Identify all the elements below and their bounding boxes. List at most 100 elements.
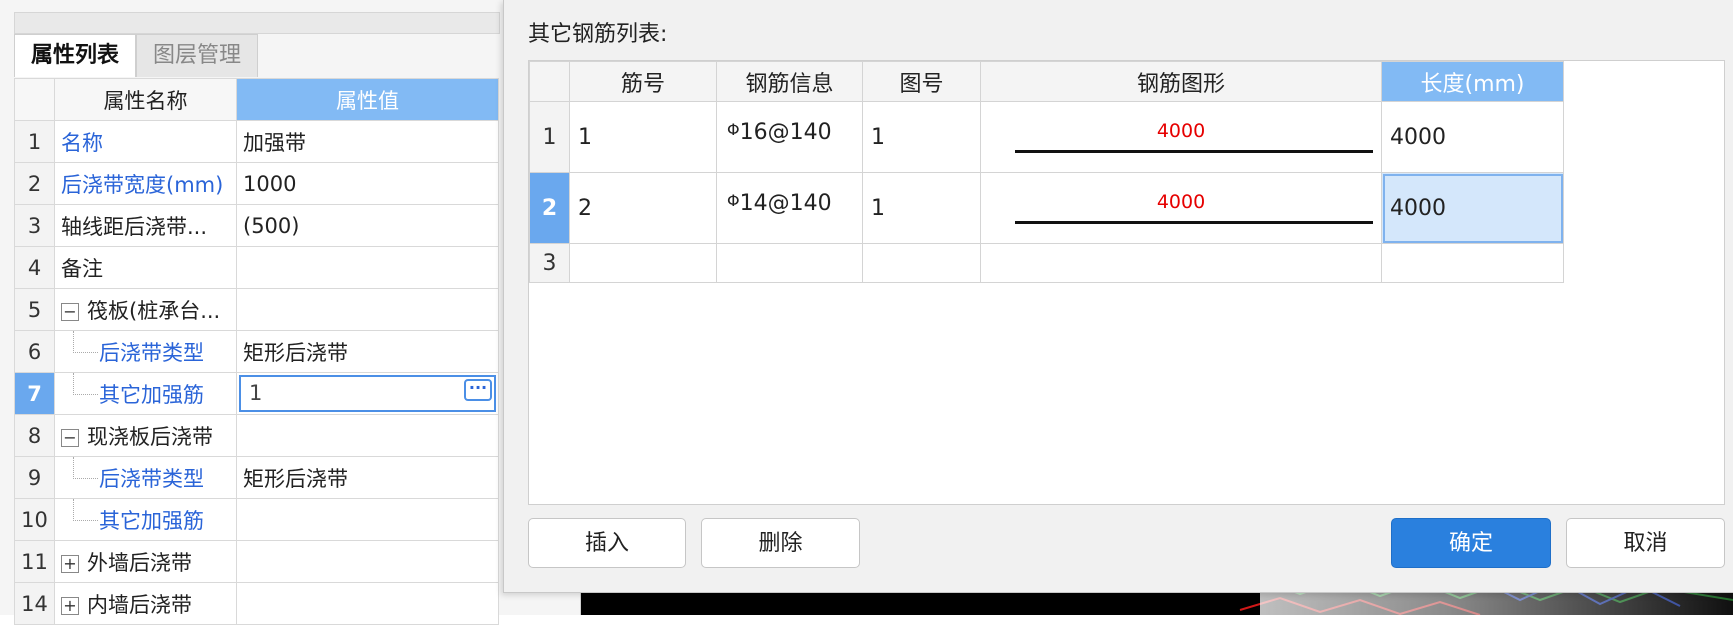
length-cell[interactable]: 4000	[1381, 101, 1564, 173]
table-row[interactable]: 11 + 外墙后浇带	[14, 540, 499, 583]
tree-connector	[73, 373, 98, 395]
corner-cell	[529, 61, 570, 102]
table-row-selected[interactable]: 2 2 Φ14@140 1 4000 4000	[529, 172, 1564, 244]
row-number: 5	[14, 288, 55, 331]
table-row[interactable]: 3	[529, 243, 1564, 283]
shape-dimension: 4000	[1156, 191, 1206, 213]
rebar-shape-cell[interactable]: 4000	[980, 101, 1382, 173]
property-name: 后浇带类型	[54, 456, 237, 499]
rebar-info-text: 16@140	[739, 120, 832, 145]
table-row[interactable]: 9 后浇带类型 矩形后浇带	[14, 456, 499, 499]
cancel-button[interactable]: 取消	[1566, 518, 1725, 568]
collapse-icon[interactable]: −	[61, 302, 79, 321]
table-row[interactable]: 10 其它加强筋	[14, 498, 499, 541]
delete-button[interactable]: 删除	[701, 518, 860, 568]
property-table-header: 属性名称 属性值	[14, 78, 499, 121]
property-value	[236, 414, 499, 457]
property-group: + 外墙后浇带	[54, 540, 237, 583]
table-row[interactable]: 5 − 筏板(桩承台...	[14, 288, 499, 331]
tab-layer-management[interactable]: 图层管理	[136, 34, 259, 77]
row-number: 9	[14, 456, 55, 499]
bar-no-cell[interactable]: 1	[569, 101, 717, 173]
property-name: 其它加强筋	[54, 498, 237, 541]
row-number: 3	[529, 243, 570, 283]
row-number: 8	[14, 414, 55, 457]
figure-no-cell[interactable]	[862, 243, 981, 283]
straight-bar-line	[1015, 221, 1373, 224]
rebar-shape-cell[interactable]: 4000	[980, 172, 1382, 244]
rebar-table-header: 筋号 钢筋信息 图号 钢筋图形 长度(mm)	[529, 61, 1564, 102]
tab-property-list[interactable]: 属性列表	[14, 34, 137, 77]
table-row-selected[interactable]: 7 其它加强筋 1 ···	[14, 372, 499, 415]
row-number: 3	[14, 204, 55, 247]
value-input[interactable]: 1	[239, 375, 496, 412]
rebar-info-cell[interactable]	[716, 243, 863, 283]
bar-no-cell[interactable]	[569, 243, 717, 283]
group-label: 筏板(桩承台...	[87, 298, 221, 323]
row-number: 14	[14, 582, 55, 625]
column-header-figure-no[interactable]: 图号	[862, 61, 981, 102]
figure-no-cell[interactable]: 1	[862, 101, 981, 173]
column-header-rebar-shape[interactable]: 钢筋图形	[980, 61, 1382, 102]
rebar-grade-icon: Φ	[727, 120, 740, 139]
tree-connector	[73, 457, 98, 479]
column-header-bar-no[interactable]: 筋号	[569, 61, 717, 102]
property-value[interactable]	[236, 498, 499, 541]
figure-no-cell[interactable]: 1	[862, 172, 981, 244]
property-name: 后浇带类型	[54, 330, 237, 373]
panel-title-strip	[14, 12, 500, 34]
column-header-value[interactable]: 属性值	[236, 78, 499, 121]
column-header-name[interactable]: 属性名称	[54, 78, 237, 121]
collapse-icon[interactable]: −	[61, 428, 79, 447]
table-row[interactable]: 1 名称 加强带	[14, 120, 499, 163]
table-row[interactable]: 8 − 现浇板后浇带	[14, 414, 499, 457]
property-group: − 现浇板后浇带	[54, 414, 237, 457]
row-number: 1	[529, 101, 570, 173]
rebar-info-text: 14@140	[739, 191, 832, 216]
row-number: 1	[14, 120, 55, 163]
property-name: 其它加强筋	[54, 372, 237, 415]
property-label: 后浇带类型	[99, 466, 204, 491]
row-number: 6	[14, 330, 55, 373]
bar-no-cell[interactable]: 2	[569, 172, 717, 244]
panel-tabs: 属性列表 图层管理	[14, 34, 259, 78]
length-cell-selected[interactable]: 4000	[1381, 172, 1564, 244]
property-name: 名称	[54, 120, 237, 163]
property-name: 后浇带宽度(mm)	[54, 162, 237, 205]
insert-button[interactable]: 插入	[528, 518, 686, 568]
rebar-shape: 4000	[982, 174, 1381, 243]
group-label: 现浇板后浇带	[87, 424, 213, 449]
property-value[interactable]: 加强带	[236, 120, 499, 163]
rebar-info-cell[interactable]: Φ14@140	[716, 172, 863, 244]
rebar-table: 筋号 钢筋信息 图号 钢筋图形 长度(mm) 1 1 Φ16@140 1 400…	[529, 61, 1564, 283]
table-row[interactable]: 14 + 内墙后浇带	[14, 582, 499, 625]
property-value[interactable]	[236, 246, 499, 289]
ok-button[interactable]: 确定	[1391, 518, 1551, 568]
row-number: 11	[14, 540, 55, 583]
row-number: 7	[14, 372, 55, 415]
property-value[interactable]: 矩形后浇带	[236, 330, 499, 373]
more-options-button[interactable]: ···	[464, 379, 492, 401]
rebar-table-area[interactable]: 筋号 钢筋信息 图号 钢筋图形 长度(mm) 1 1 Φ16@140 1 400…	[528, 60, 1725, 505]
property-value[interactable]: 1000	[236, 162, 499, 205]
property-value-editor[interactable]: 1 ···	[236, 372, 499, 415]
expand-icon[interactable]: +	[61, 554, 79, 573]
rebar-shape-cell[interactable]	[980, 243, 1382, 283]
tree-connector	[73, 499, 98, 521]
table-row[interactable]: 2 后浇带宽度(mm) 1000	[14, 162, 499, 205]
table-row[interactable]: 6 后浇带类型 矩形后浇带	[14, 330, 499, 373]
table-row[interactable]: 4 备注	[14, 246, 499, 289]
rebar-info-cell[interactable]: Φ16@140	[716, 101, 863, 173]
property-name: 轴线距后浇带...	[54, 204, 237, 247]
length-cell[interactable]	[1381, 243, 1564, 283]
table-row[interactable]: 3 轴线距后浇带... (500)	[14, 204, 499, 247]
row-number: 10	[14, 498, 55, 541]
property-value[interactable]: 矩形后浇带	[236, 456, 499, 499]
table-row[interactable]: 1 1 Φ16@140 1 4000 4000	[529, 101, 1564, 173]
property-value[interactable]: (500)	[236, 204, 499, 247]
property-label: 其它加强筋	[99, 508, 204, 533]
column-header-rebar-info[interactable]: 钢筋信息	[716, 61, 863, 102]
expand-icon[interactable]: +	[61, 596, 79, 615]
column-header-length[interactable]: 长度(mm)	[1381, 61, 1564, 102]
row-number: 4	[14, 246, 55, 289]
